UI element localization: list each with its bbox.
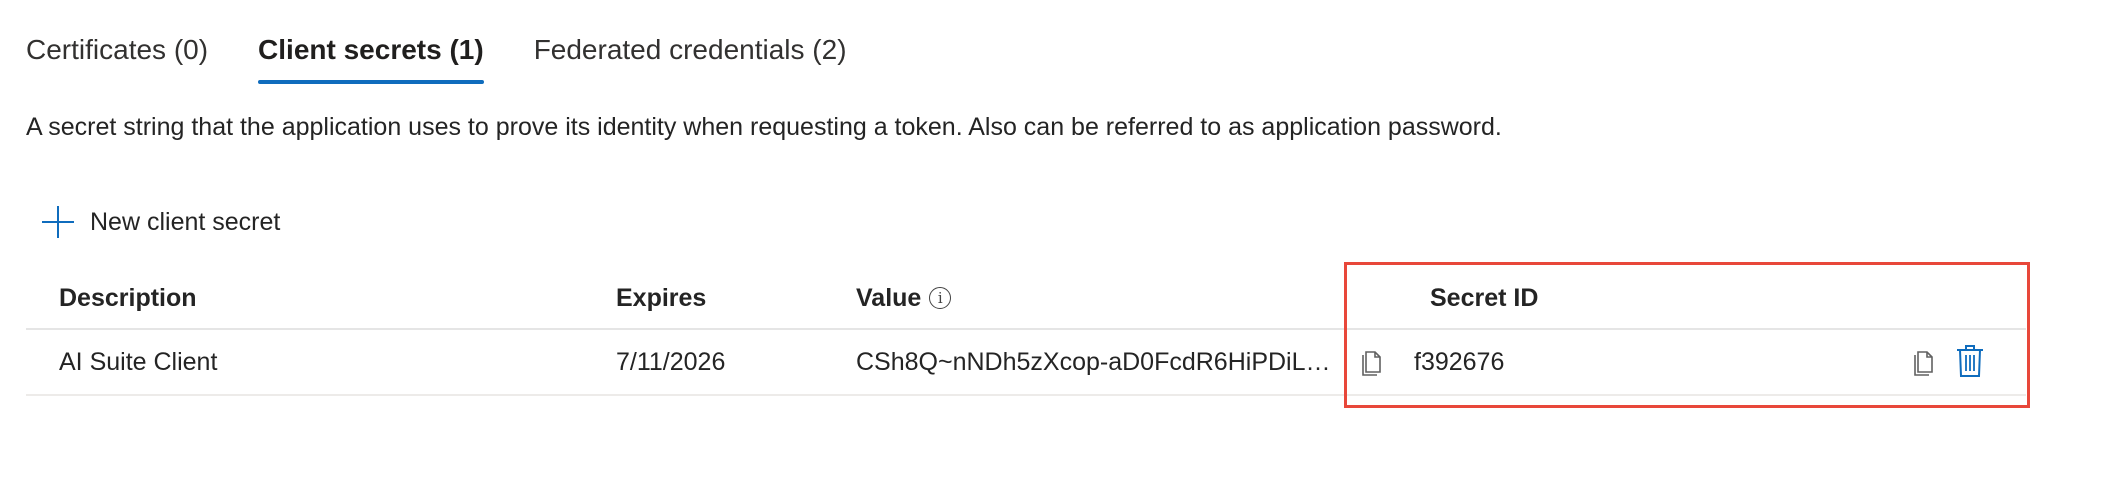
plus-icon <box>42 206 74 238</box>
cell-value: CSh8Q~nNDh5zXcop-aD0FcdR6HiPDiL2... <box>856 330 1336 394</box>
cell-secret-id: f392676 <box>1414 347 1505 376</box>
tab-bar: Certificates (0) Client secrets (1) Fede… <box>26 28 897 84</box>
cell-expires: 7/11/2026 <box>616 347 726 376</box>
column-header-value: Value i <box>856 268 952 328</box>
copy-value-icon[interactable] <box>1360 348 1384 376</box>
tab-client-secrets[interactable]: Client secrets (1) <box>258 28 484 84</box>
delete-icon[interactable] <box>1956 344 1984 378</box>
new-client-secret-button[interactable]: New client secret <box>42 200 280 244</box>
cell-description: AI Suite Client <box>59 347 218 376</box>
tab-certificates[interactable]: Certificates (0) <box>26 28 208 84</box>
column-header-description: Description <box>59 283 197 312</box>
column-header-value-label: Value <box>856 283 922 312</box>
column-header-expires: Expires <box>616 283 707 312</box>
info-icon[interactable]: i <box>929 287 952 309</box>
table-header-row: Description Expires Value i Secret ID <box>26 268 2026 330</box>
secret-value-text: CSh8Q~nNDh5zXcop-aD0FcdR6HiPDiL2... <box>856 347 1336 376</box>
section-description: A secret string that the application use… <box>26 113 1502 141</box>
table-row: AI Suite Client 7/11/2026 CSh8Q~nNDh5zXc… <box>26 330 2026 396</box>
client-secrets-table: Description Expires Value i Secret ID AI… <box>26 268 2026 396</box>
copy-secret-id-icon[interactable] <box>1912 348 1936 376</box>
new-client-secret-label: New client secret <box>90 207 281 236</box>
column-header-secret-id: Secret ID <box>1430 283 1539 312</box>
tab-federated-credentials[interactable]: Federated credentials (2) <box>534 28 847 84</box>
